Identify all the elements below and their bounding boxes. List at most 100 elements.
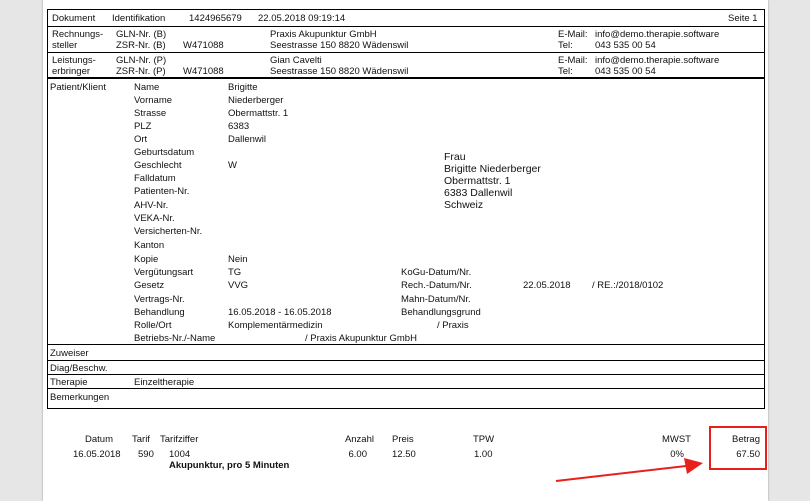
leistungserbringer-email: info@demo.therapie.software (595, 55, 720, 66)
field-value-betriebs-name: / Praxis Akupunktur GmbH (305, 333, 417, 344)
rechnungssteller-tel-label: Tel: (558, 40, 573, 51)
rechnungssteller-tel: 043 535 00 54 (595, 40, 656, 51)
rechnungssteller-address: Seestrasse 150 8820 Wädenswil (270, 40, 409, 51)
leistungserbringer-tel: 043 535 00 54 (595, 66, 656, 77)
divider-therapie (47, 374, 765, 375)
zsr-b-value: W471088 (183, 40, 224, 51)
field-value-vorname: Niederberger (228, 95, 284, 106)
col-header-tarifziffer: Tarifziffer (160, 434, 199, 445)
zsr-b-label: ZSR-Nr. (B) (116, 40, 166, 51)
patient-section-label: Patient/Klient (50, 82, 106, 93)
field-label-vertrags-nr: Vertrags-Nr. (134, 294, 185, 305)
cell-tarif: 590 (138, 449, 154, 460)
diag-label: Diag/Beschw. (50, 363, 108, 374)
behandlungsgrund-label: Behandlungsgrund (401, 307, 481, 318)
field-label-falldatum: Falldatum (134, 173, 176, 184)
leistungserbringer-address: Seestrasse 150 8820 Wädenswil (270, 66, 409, 77)
col-header-tpw: TPW (473, 434, 495, 445)
therapie-label: Therapie (50, 377, 88, 388)
leistungserbringer-label-1: Leistungs- (52, 55, 96, 66)
header-divider (47, 26, 765, 27)
rolle-extra: / Praxis (437, 320, 469, 331)
leistungserbringer-label-2: erbringer (52, 66, 91, 77)
field-label-kopie: Kopie (134, 254, 159, 265)
cell-tpw: 1.00 (474, 449, 493, 460)
rechnungssteller-label-1: Rechnungs- (52, 29, 104, 40)
cell-preis: 12.50 (392, 449, 416, 460)
cell-description: Akupunktur, pro 5 Minuten (169, 460, 290, 471)
identifikation-value: 1424965679 (189, 13, 242, 24)
invoice-page: Dokument Identifikation 1424965679 22.05… (43, 0, 768, 501)
col-header-mwst: MWST (661, 434, 691, 445)
cell-mwst: 0% (670, 449, 684, 460)
address-line-1: Frau (444, 151, 466, 163)
field-value-behandlung: 16.05.2018 - 16.05.2018 (228, 307, 332, 318)
col-header-tarif: Tarif (132, 434, 150, 445)
address-line-3: Obermattstr. 1 (444, 175, 511, 187)
field-label-vorname: Vorname (134, 95, 173, 106)
bemerkungen-label: Bemerkungen (50, 392, 110, 403)
highlight-box (709, 426, 767, 470)
field-value-plz: 6383 (228, 121, 250, 132)
zsr-p-value: W471088 (183, 66, 224, 77)
rechnungssteller-email: info@demo.therapie.software (595, 29, 720, 40)
leistungserbringer-tel-label: Tel: (558, 66, 573, 77)
zsr-p-label: ZSR-Nr. (P) (116, 66, 166, 77)
gln-p-label: GLN-Nr. (P) (116, 55, 167, 66)
document-datetime: 22.05.2018 09:19:14 (258, 13, 346, 24)
field-label-veka-nr: VEKA-Nr. (134, 213, 175, 224)
field-label-rolle-ort: Rolle/Ort (134, 320, 172, 331)
field-label-patienten-nr: Patienten-Nr. (134, 186, 190, 197)
field-value-verguetungsart: TG (228, 267, 242, 278)
dokument-label: Dokument (52, 13, 96, 24)
field-label-strasse: Strasse (134, 108, 167, 119)
rech-date: 22.05.2018 (523, 280, 571, 291)
field-value-rolle-ort: Komplementärmedizin (228, 320, 323, 331)
header-divider-2 (47, 52, 765, 53)
field-label-geburtsdatum: Geburtsdatum (134, 147, 195, 158)
field-label-ort: Ort (134, 134, 148, 145)
divider-diag (47, 360, 765, 361)
kogu-label: KoGu-Datum/Nr. (401, 267, 472, 278)
divider-zuweiser (47, 344, 765, 345)
field-label-gesetz: Gesetz (134, 280, 165, 291)
identifikation-label: Identifikation (112, 13, 166, 24)
field-label-plz: PLZ (134, 121, 152, 132)
field-value-kopie: Nein (228, 254, 248, 265)
field-label-verguetungsart: Vergütungsart (134, 267, 194, 278)
field-value-name: Brigitte (228, 82, 258, 93)
divider-bemerkungen (47, 388, 765, 389)
field-label-ahv-nr: AHV-Nr. (134, 200, 169, 211)
field-value-ort: Dallenwil (228, 134, 267, 145)
zuweiser-label: Zuweiser (50, 348, 89, 359)
field-value-strasse: Obermattstr. 1 (228, 108, 289, 119)
rech-nr: / RE.:/2018/0102 (592, 280, 664, 291)
col-header-anzahl: Anzahl (344, 434, 374, 445)
cell-tarifziffer: 1004 (169, 449, 191, 460)
rech-label: Rech.-Datum/Nr. (401, 280, 472, 291)
rechnungssteller-name: Praxis Akupunktur GmbH (270, 29, 377, 40)
field-label-betriebs-nr: Betriebs-Nr./-Name (134, 333, 216, 344)
mahn-label: Mahn-Datum/Nr. (401, 294, 471, 305)
leistungserbringer-name: Gian Cavelti (270, 55, 322, 66)
address-line-2: Brigitte Niederberger (444, 163, 541, 175)
col-header-preis: Preis (392, 434, 414, 445)
field-label-kanton: Kanton (134, 240, 165, 251)
rechnungssteller-label-2: steller (52, 40, 78, 51)
rechnungssteller-email-label: E-Mail: (558, 29, 588, 40)
field-value-gesetz: VVG (228, 280, 249, 291)
gln-b-label: GLN-Nr. (B) (116, 29, 167, 40)
therapie-value: Einzeltherapie (134, 377, 195, 388)
leistungserbringer-email-label: E-Mail: (558, 55, 588, 66)
field-value-geschlecht: W (228, 160, 237, 171)
address-line-5: Schweiz (444, 199, 484, 211)
address-line-4: 6383 Dallenwil (444, 187, 513, 199)
field-label-versicherten-nr: Versicherten-Nr. (134, 226, 203, 237)
page-number: Seite 1 (728, 13, 758, 24)
col-header-datum: Datum (85, 434, 113, 445)
field-label-name: Name (134, 82, 160, 93)
field-label-behandlung: Behandlung (134, 307, 185, 318)
cell-datum: 16.05.2018 (73, 449, 121, 460)
cell-anzahl: 6.00 (348, 449, 368, 460)
field-label-geschlecht: Geschlecht (134, 160, 182, 171)
